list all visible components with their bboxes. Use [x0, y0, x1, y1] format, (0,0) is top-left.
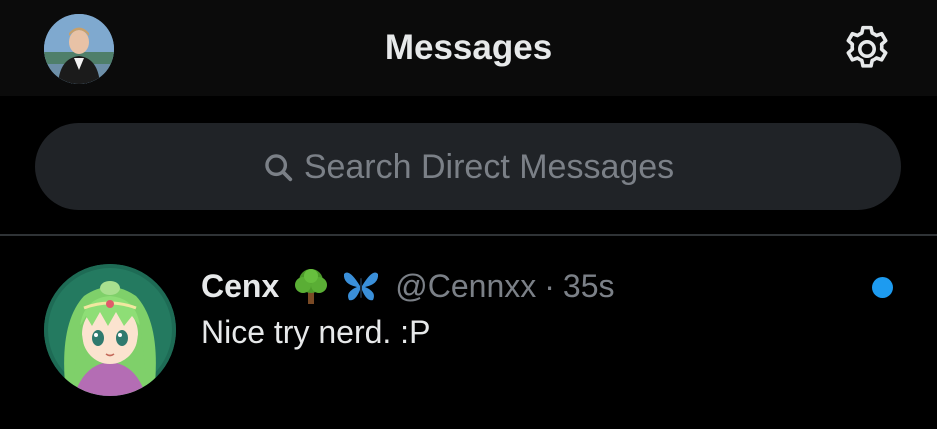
separator-dot: · [544, 267, 555, 304]
anime-avatar-image [44, 264, 176, 396]
search-icon [265, 153, 292, 181]
conversation-avatar[interactable] [44, 264, 176, 396]
settings-button[interactable] [840, 22, 894, 76]
butterfly-emoji-icon [344, 272, 379, 301]
message-time: 35s [562, 267, 615, 304]
conversation-item[interactable]: Cenx @Cennxx · 35s Nice try nerd. :P [0, 236, 937, 429]
sender-name[interactable]: Cenx [201, 268, 279, 305]
page-title: Messages [384, 28, 553, 67]
tree-emoji-icon [295, 269, 328, 304]
search-placeholder: Search Direct Messages [303, 147, 675, 186]
gear-icon [846, 25, 888, 68]
conversation-header: Cenx @Cennxx · 35s [201, 266, 614, 306]
unread-indicator [872, 277, 893, 298]
sender-handle: @Cennxx [395, 267, 537, 304]
message-preview: Nice try nerd. :P [201, 314, 431, 350]
search-input[interactable]: Search Direct Messages [35, 123, 901, 210]
search-content: Search Direct Messages [35, 123, 901, 210]
top-bar: Messages [0, 0, 937, 96]
